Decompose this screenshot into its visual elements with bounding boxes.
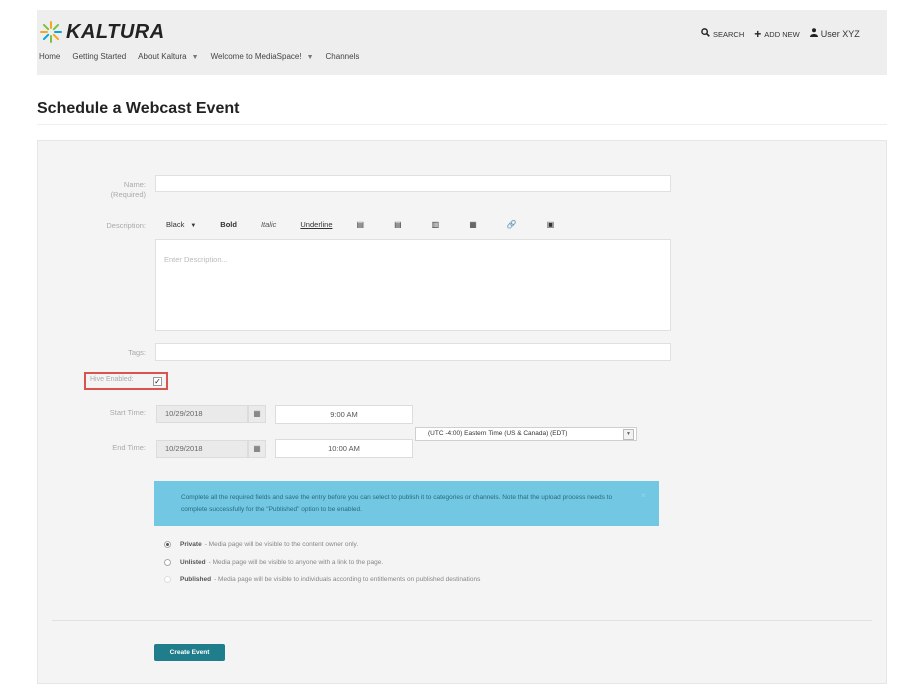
- tags-label: Tags:: [128, 348, 146, 357]
- calendar-icon: ▦: [253, 444, 261, 453]
- publish-option-published[interactable]: Published - Media page will be visible t…: [164, 576, 480, 583]
- kaltura-burst-icon: [39, 20, 63, 44]
- end-calendar-button[interactable]: ▦: [248, 440, 266, 458]
- main-nav: Home Getting Started About Kaltura ▼ Welc…: [39, 52, 371, 61]
- hive-enabled-checkbox[interactable]: ✓: [153, 377, 162, 386]
- bold-button[interactable]: Bold: [220, 220, 237, 229]
- start-time-label: Start Time:: [109, 408, 146, 417]
- name-label: Name: (Required): [36, 180, 146, 200]
- user-name: User XYZ: [820, 29, 860, 39]
- end-time-input[interactable]: 10:00 AM: [275, 439, 413, 458]
- align-left-icon[interactable]: ▤: [357, 220, 365, 229]
- option-title: Published: [180, 576, 212, 583]
- publish-option-private[interactable]: Private - Media page will be visible to …: [164, 541, 358, 548]
- search-icon: [701, 28, 710, 40]
- tags-input[interactable]: [155, 343, 671, 361]
- underline-button[interactable]: Underline: [300, 220, 332, 229]
- create-event-button[interactable]: Create Event: [154, 644, 225, 661]
- chevron-down-icon: ▼: [623, 429, 634, 440]
- chevron-down-icon: ▼: [190, 223, 197, 229]
- align-center-icon[interactable]: ▤: [394, 220, 402, 229]
- numbered-list-icon[interactable]: ▦: [469, 220, 477, 229]
- italic-button[interactable]: Italic: [261, 220, 276, 229]
- font-color-label: Black: [166, 220, 185, 229]
- form-divider: [52, 620, 872, 621]
- nav-label: Home: [39, 52, 61, 61]
- add-new-label: ADD NEW: [764, 29, 800, 39]
- radio-unlisted[interactable]: [164, 559, 171, 566]
- nav-item-getting-started[interactable]: Getting Started: [72, 52, 126, 61]
- kaltura-logo[interactable]: KALTURA: [39, 20, 165, 44]
- title-divider: [37, 124, 887, 125]
- description-label: Description:: [106, 221, 146, 230]
- chevron-down-icon: ▼: [191, 54, 199, 61]
- option-title: Private: [180, 541, 202, 548]
- start-calendar-button[interactable]: ▦: [248, 405, 266, 423]
- plus-icon: +: [754, 27, 762, 41]
- editor-toolbar: Black ▼ Bold Italic Underline ▤ ▤ ▥ ▦ 🔗 ▣: [166, 220, 584, 229]
- font-color-dropdown[interactable]: Black ▼: [166, 220, 196, 229]
- search-button[interactable]: SEARCH: [701, 28, 744, 40]
- end-time-label: End Time:: [112, 443, 146, 452]
- nav-label: Getting Started: [72, 52, 127, 61]
- end-date-input[interactable]: 10/29/2018: [156, 440, 248, 458]
- timezone-value: (UTC -4:00) Eastern Time (US & Canada) (…: [428, 430, 568, 437]
- bulleted-list-icon[interactable]: ▥: [432, 220, 440, 229]
- description-textarea[interactable]: Enter Description...: [155, 239, 671, 331]
- nav-item-about-kaltura[interactable]: About Kaltura ▼: [138, 52, 198, 61]
- publish-option-unlisted[interactable]: Unlisted - Media page will be visible to…: [164, 559, 383, 566]
- calendar-icon: ▦: [253, 409, 261, 418]
- option-desc: - Media page will be visible to individu…: [214, 576, 481, 583]
- option-desc: - Media page will be visible to anyone w…: [208, 559, 384, 566]
- image-icon[interactable]: ▣: [547, 220, 555, 229]
- nav-label: About Kaltura: [138, 52, 187, 61]
- close-icon[interactable]: ×: [641, 491, 646, 500]
- name-label-text: Name:: [123, 180, 146, 189]
- radio-published[interactable]: [164, 576, 171, 583]
- nav-item-home[interactable]: Home: [39, 52, 60, 61]
- start-time-input[interactable]: 9:00 AM: [275, 405, 413, 424]
- alert-message: Complete all the required fields and sav…: [181, 494, 613, 513]
- description-placeholder: Enter Description...: [164, 255, 228, 264]
- header-actions: SEARCH + ADD NEW User XYZ: [701, 27, 870, 41]
- nav-item-welcome-mediaspace[interactable]: Welcome to MediaSpace! ▼: [211, 52, 314, 61]
- chevron-down-icon: ▼: [306, 54, 314, 61]
- add-new-button[interactable]: + ADD NEW: [754, 27, 799, 41]
- user-menu[interactable]: User XYZ: [809, 28, 860, 40]
- hive-label: Hive Enabled:: [90, 376, 134, 383]
- link-icon[interactable]: 🔗: [507, 220, 517, 229]
- page-title: Schedule a Webcast Event: [37, 100, 240, 117]
- brand-name: KALTURA: [66, 20, 165, 43]
- timezone-select[interactable]: (UTC -4:00) Eastern Time (US & Canada) (…: [415, 427, 637, 441]
- nav-item-channels[interactable]: Channels: [326, 52, 360, 61]
- option-desc: - Media page will be visible to the cont…: [204, 541, 359, 548]
- required-note: (Required): [110, 190, 146, 199]
- checkmark-icon: ✓: [154, 377, 161, 386]
- nav-label: Welcome to MediaSpace!: [210, 52, 302, 61]
- user-icon: [809, 28, 818, 40]
- nav-label: Channels: [325, 52, 360, 61]
- search-label: SEARCH: [713, 29, 745, 39]
- option-title: Unlisted: [180, 559, 206, 566]
- radio-private[interactable]: [164, 541, 171, 548]
- name-input[interactable]: [155, 175, 671, 192]
- start-date-input[interactable]: 10/29/2018: [156, 405, 248, 423]
